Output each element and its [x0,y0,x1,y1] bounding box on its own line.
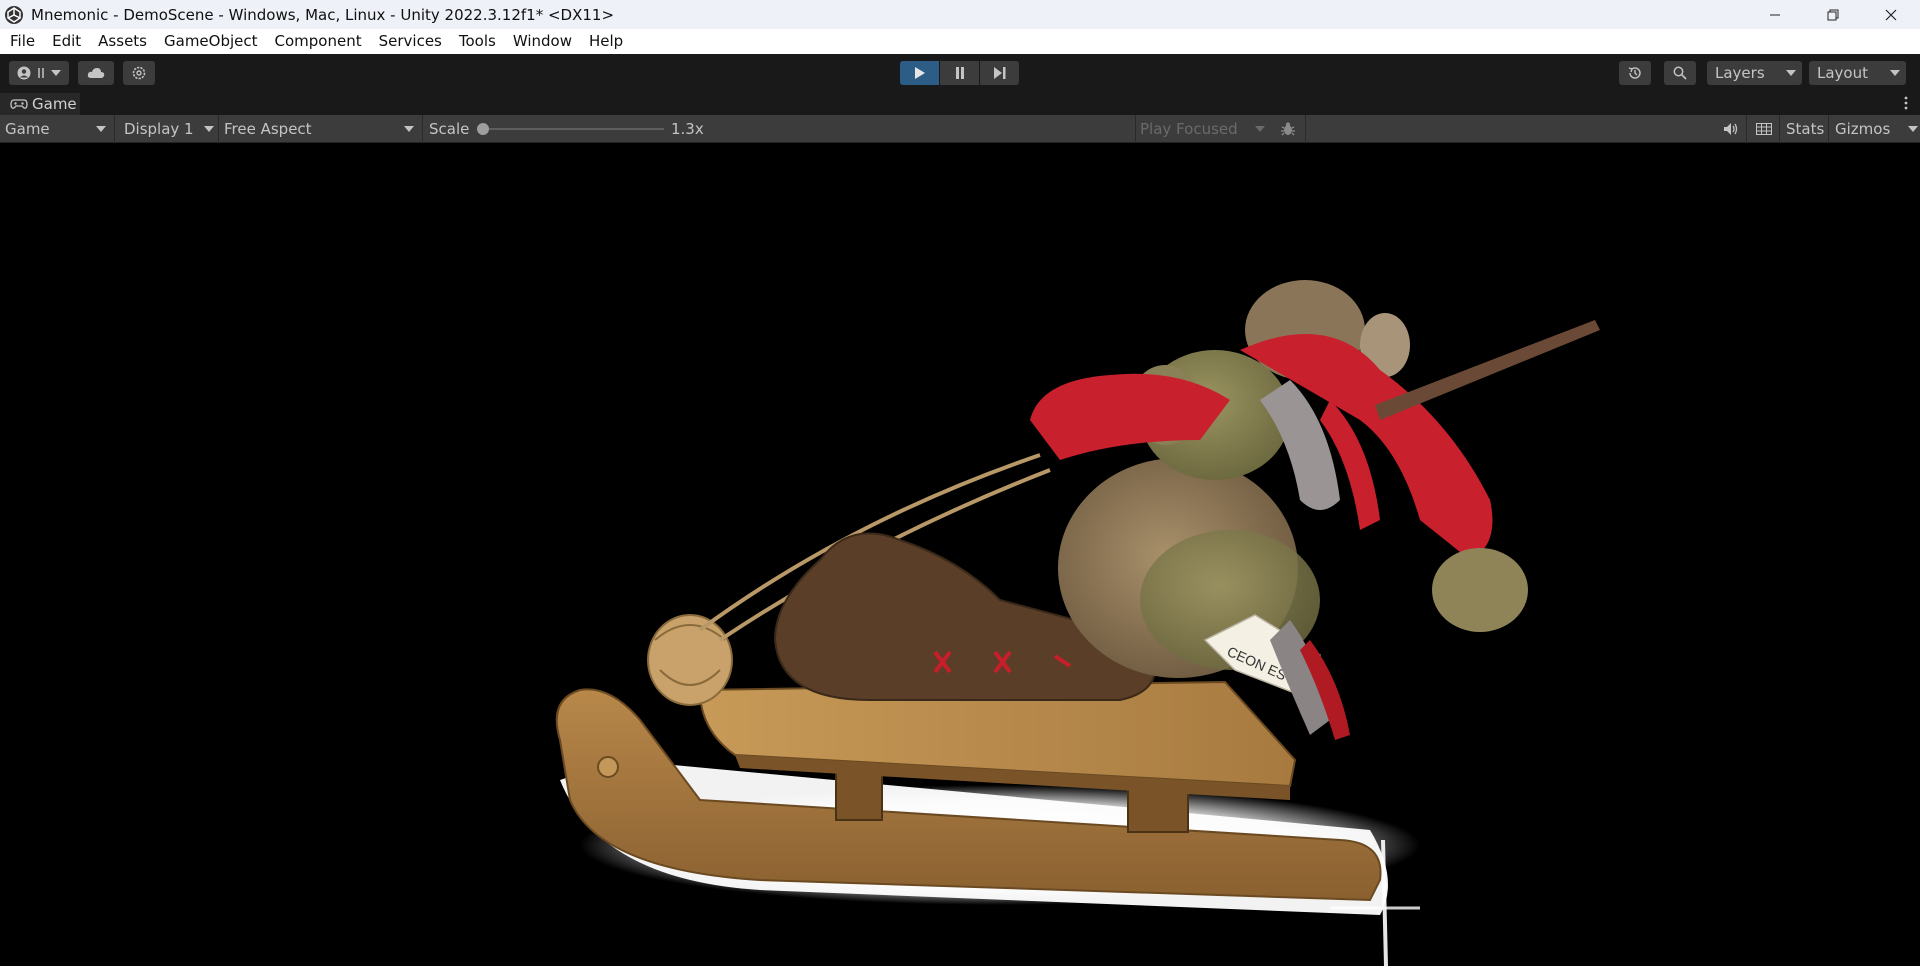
view-mode-label: Game [5,120,50,138]
chevron-down-icon [51,70,61,76]
search-button[interactable] [1664,61,1696,85]
aspect-label: Free Aspect [224,120,312,138]
divider [114,115,115,143]
scale-slider-thumb[interactable] [477,123,489,135]
window-controls [1746,0,1920,29]
gizmos-dropdown[interactable]: Gizmos [1835,115,1920,143]
step-icon [993,67,1005,79]
minimize-button[interactable] [1746,0,1804,29]
divider [1135,115,1136,143]
divider [1305,115,1306,143]
cloud-icon [87,68,105,78]
main-toolbar: Layers Layout [0,54,1920,93]
menu-window[interactable]: Window [505,29,581,54]
settings-icon [132,66,146,80]
display-label: Display 1 [124,120,194,138]
step-button[interactable] [980,61,1019,85]
layout-label: Layout [1817,64,1868,82]
menu-services[interactable]: Services [371,29,451,54]
close-icon [1885,9,1897,20]
account-icon [17,66,31,80]
stick [1375,320,1600,420]
divider [218,115,219,143]
menu-edit[interactable]: Edit [44,29,90,54]
sled-peg [597,756,619,778]
gamepad-icon [10,99,28,109]
menu-help[interactable]: Help [581,29,632,54]
gizmos-label: Gizmos [1835,120,1891,138]
play-button[interactable] [900,61,939,85]
scale-slider-track[interactable] [484,128,664,130]
title-bar: Mnemonic - DemoScene - Windows, Mac, Lin… [0,0,1920,29]
game-view-toolbar: Game Display 1 Free Aspect Scale 1.3x Pl… [0,115,1920,143]
branch-icon [38,68,44,78]
chevron-down-icon [404,126,414,132]
speaker-icon [1724,123,1738,135]
account-dropdown[interactable] [9,61,69,85]
mute-audio-button[interactable] [1723,115,1739,143]
window-title: Mnemonic - DemoScene - Windows, Mac, Lin… [31,5,615,24]
restore-icon [1827,9,1839,20]
bug-icon [1281,122,1295,136]
menu-bar: File Edit Assets GameObject Component Se… [0,29,1920,54]
rope-knot [647,614,733,706]
history-icon [1628,67,1641,79]
scale-value: 1.3x [671,120,704,138]
scale-label: Scale [429,120,470,138]
debug-button[interactable] [1280,115,1300,143]
layout-dropdown[interactable]: Layout [1809,61,1906,85]
menu-gameobject[interactable]: GameObject [156,29,267,54]
pause-button[interactable] [940,61,979,85]
aspect-dropdown[interactable]: Free Aspect [220,115,420,143]
divider [1746,115,1747,143]
history-button[interactable] [1619,61,1651,85]
game-viewport[interactable]: CEON ESTASA [0,143,1920,966]
unity-logo-icon [5,5,23,24]
play-controls [900,61,1019,85]
settings-button[interactable] [123,61,155,85]
hat-pompom [1432,548,1528,632]
chevron-down-icon [1255,126,1265,132]
menu-assets[interactable]: Assets [90,29,156,54]
divider [1828,115,1829,143]
layers-label: Layers [1715,64,1765,82]
cloud-button[interactable] [78,61,114,85]
chevron-down-icon [96,126,106,132]
chevron-down-icon [1908,126,1918,132]
play-mode-label: Play Focused [1140,120,1238,138]
tab-bar: Game [0,93,1920,115]
play-icon [914,67,925,79]
stats-button[interactable]: Stats [1786,115,1824,143]
restore-button[interactable] [1804,0,1862,29]
display-dropdown[interactable]: Display 1 [116,115,216,143]
divider [422,115,423,143]
chevron-down-icon [204,126,214,132]
chevron-down-icon [1890,70,1900,76]
grid-button[interactable] [1756,115,1772,143]
divider [1779,115,1780,143]
minimize-icon [1770,14,1780,15]
chevron-down-icon [1786,70,1796,76]
game-render: CEON ESTASA [555,280,1600,966]
tab-game-label: Game [32,95,77,113]
pause-icon [955,67,964,79]
search-icon [1673,66,1687,80]
view-mode-dropdown[interactable]: Game [0,115,112,143]
menu-tools[interactable]: Tools [451,29,505,54]
layers-dropdown[interactable]: Layers [1707,61,1802,85]
menu-file[interactable]: File [2,29,44,54]
tab-game[interactable]: Game [0,93,80,115]
menu-component[interactable]: Component [267,29,371,54]
grid-icon [1756,123,1772,135]
play-mode-dropdown[interactable]: Play Focused [1137,115,1269,143]
more-options-icon[interactable] [1904,96,1908,110]
close-button[interactable] [1862,0,1920,29]
